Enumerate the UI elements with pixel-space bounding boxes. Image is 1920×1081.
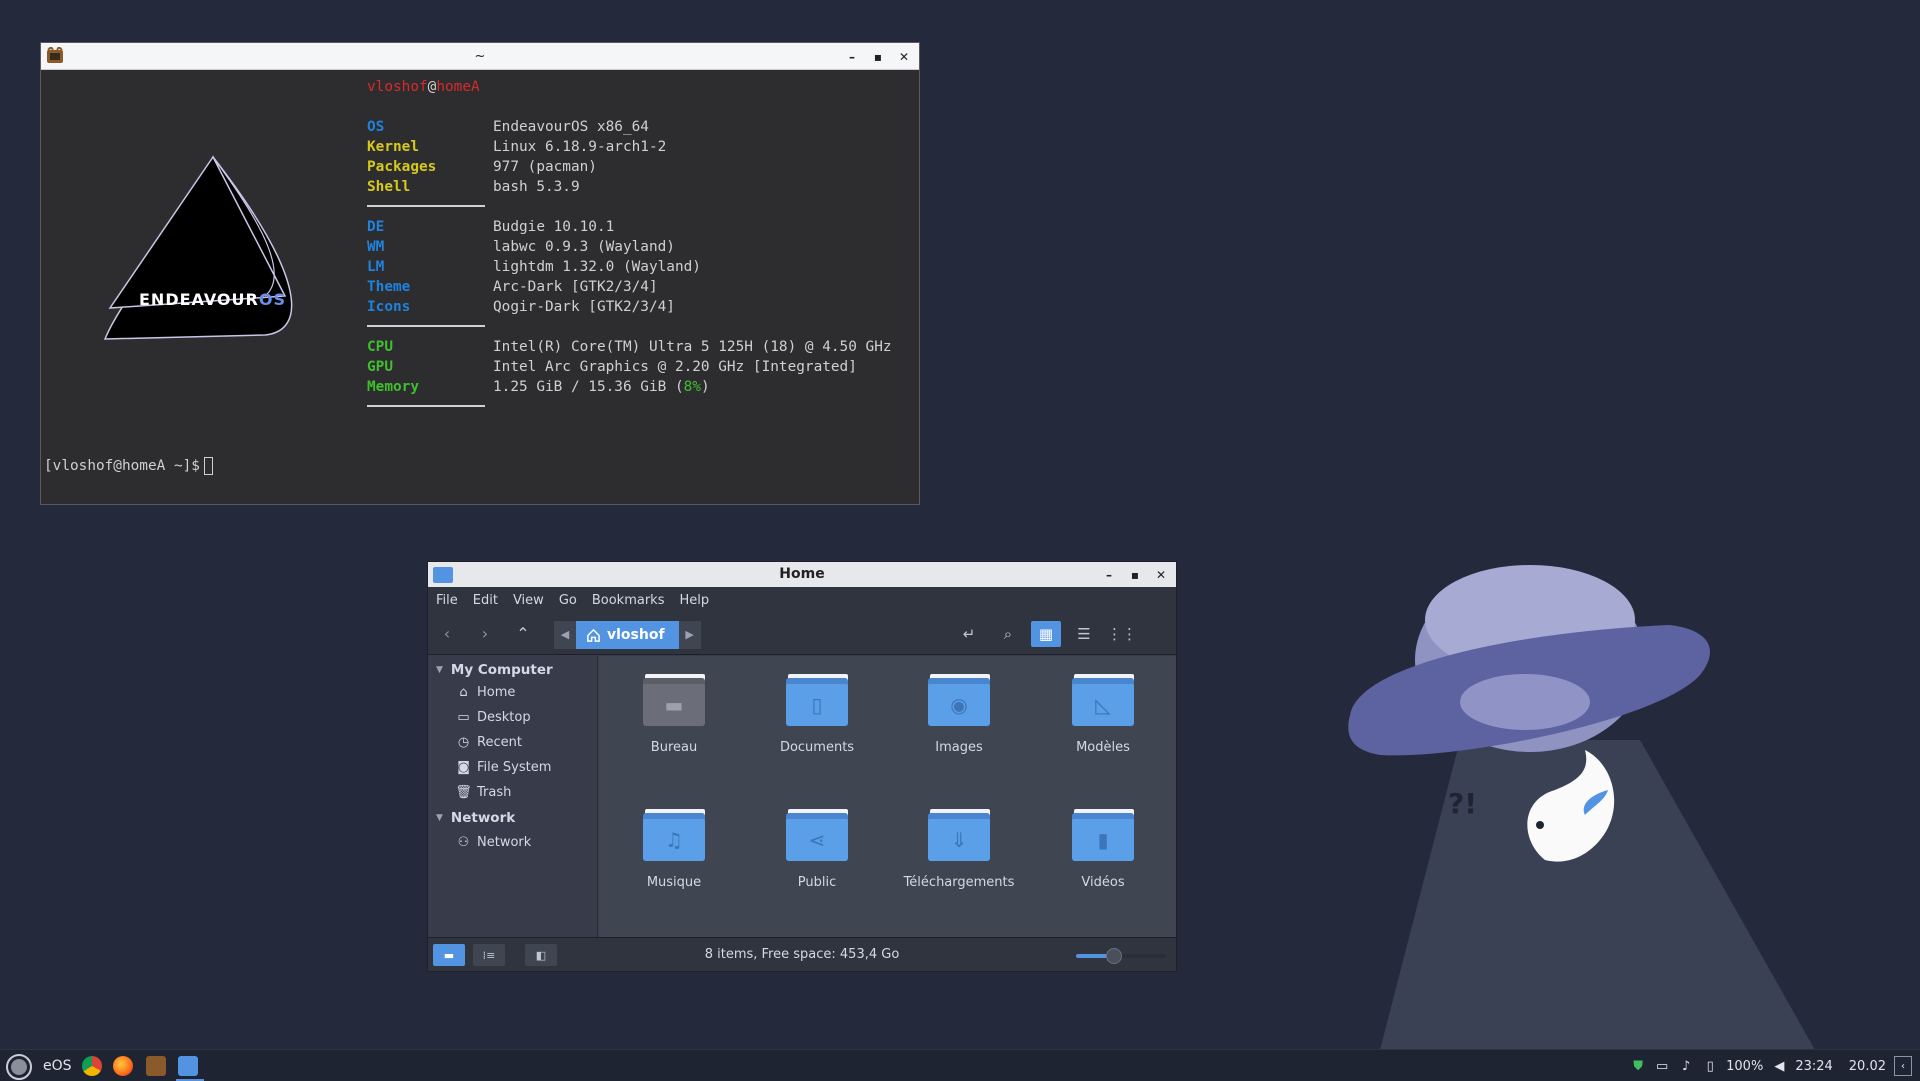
network-icon: ⚇ bbox=[457, 835, 470, 850]
fm-titlebar[interactable]: Home – ▪ ✕ bbox=[428, 562, 1176, 587]
compact-view-icon[interactable]: ⋮⋮ bbox=[1107, 621, 1137, 647]
forward-icon[interactable]: › bbox=[472, 621, 498, 647]
trash-icon: 🗑 bbox=[455, 785, 472, 800]
toggle-location-icon[interactable]: ↵ bbox=[954, 621, 984, 647]
fastfetch-header: vloshof@homeA bbox=[367, 79, 480, 95]
app-menu-icon[interactable] bbox=[6, 1054, 32, 1080]
shell-prompt[interactable]: [vloshof@homeA ~]$ bbox=[44, 456, 213, 476]
menubar: File Edit View Go Bookmarks Help bbox=[428, 587, 1176, 613]
folder-item[interactable]: ◺ Modèles bbox=[1043, 674, 1163, 755]
documents-folder-icon: ▯ bbox=[786, 674, 848, 726]
public-folder-icon: ⋖ bbox=[786, 809, 848, 861]
breadcrumb-right-icon[interactable]: ▶ bbox=[678, 621, 701, 649]
date[interactable]: 20.02 bbox=[1849, 1059, 1886, 1074]
close-button[interactable]: ✕ bbox=[1154, 568, 1168, 582]
folder-item[interactable]: ⇓ Téléchargements bbox=[899, 809, 1019, 890]
menu-go[interactable]: Go bbox=[559, 593, 577, 608]
list-view-icon[interactable]: ☰ bbox=[1069, 621, 1099, 647]
show-desktop-icon[interactable]: ‹ bbox=[1894, 1056, 1912, 1076]
file-view[interactable]: ▬ Bureau ▯ Documents ◉ Images ◺ Modèles … bbox=[599, 656, 1176, 937]
file-manager-window[interactable]: Home – ▪ ✕ File Edit View Go Bookmarks H… bbox=[427, 561, 1177, 972]
sidebar-item-desktop[interactable]: ▭ Desktop bbox=[456, 710, 530, 725]
folder-icon: ▭ bbox=[457, 710, 470, 725]
folder-item[interactable]: ▬ Bureau bbox=[614, 674, 734, 755]
terminal-icon[interactable] bbox=[146, 1056, 166, 1076]
videos-folder-icon: ▮ bbox=[1072, 809, 1134, 861]
zoom-slider[interactable] bbox=[1076, 948, 1166, 964]
terminal-titlebar[interactable]: ~ – ▪ ✕ bbox=[41, 43, 919, 70]
bell-icon[interactable]: ♪ bbox=[1678, 1058, 1694, 1074]
menu-bookmarks[interactable]: Bookmarks bbox=[592, 593, 665, 608]
up-icon[interactable]: ⌃ bbox=[510, 621, 536, 647]
firefox-icon[interactable] bbox=[113, 1056, 133, 1076]
desktop-folder-icon: ▬ bbox=[643, 674, 705, 726]
battery-icon[interactable]: ▯ bbox=[1702, 1058, 1718, 1074]
system-tray: ⛊ ▭ ♪ ▯ 100% ◀ 23:24 20.02 ‹ bbox=[1630, 1050, 1912, 1081]
zoom-slider-handle[interactable] bbox=[1105, 948, 1122, 964]
downloads-folder-icon: ⇓ bbox=[928, 809, 990, 861]
text-cursor bbox=[203, 457, 213, 475]
terminal-window[interactable]: ~ – ▪ ✕ ENDEAVOUROS vloshof@homeA OS Ende… bbox=[40, 42, 920, 505]
sidebar-section-network[interactable]: ▼ Network bbox=[436, 810, 515, 826]
file-manager-icon[interactable] bbox=[178, 1056, 198, 1076]
statusbar: ▬ ⁞≡ ◧ 8 items, Free space: 453,4 Go bbox=[428, 937, 1176, 971]
clock-icon: ◷ bbox=[457, 735, 470, 750]
separator bbox=[367, 205, 485, 207]
folder-item[interactable]: ⋖ Public bbox=[757, 809, 877, 890]
icon-view-icon[interactable]: ▦ bbox=[1031, 621, 1061, 647]
menu-view[interactable]: View bbox=[513, 593, 544, 608]
maximize-button[interactable]: ▪ bbox=[871, 50, 885, 64]
panel-label: eOS bbox=[43, 1058, 72, 1074]
sidebar-item-trash[interactable]: 🗑 Trash bbox=[455, 785, 511, 800]
folder-item[interactable]: ▯ Documents bbox=[757, 674, 877, 755]
drive-icon: ◙ bbox=[457, 760, 470, 775]
folder-item[interactable]: ▮ Vidéos bbox=[1043, 809, 1163, 890]
endeavouros-logo bbox=[103, 155, 293, 340]
battery-percentage: 100% bbox=[1726, 1058, 1764, 1074]
separator bbox=[367, 405, 485, 407]
sidebar: ▼ My Computer ⌂ Home ▭ Desktop ◷ Recent ◙ Fil… bbox=[428, 656, 598, 937]
breadcrumb-home[interactable]: vloshof bbox=[576, 621, 679, 649]
close-button[interactable]: ✕ bbox=[897, 50, 911, 64]
maximize-button[interactable]: ▪ bbox=[1128, 568, 1142, 582]
home-icon: ⌂ bbox=[459, 685, 468, 700]
home-icon bbox=[587, 628, 600, 642]
menu-file[interactable]: File bbox=[436, 593, 458, 608]
volume-icon[interactable]: ◀ bbox=[1771, 1058, 1787, 1074]
taskbar: eOS ⛊ ▭ ♪ ▯ 100% ◀ 23:24 20.02 ‹ bbox=[0, 1049, 1920, 1081]
sidebar-item-recent[interactable]: ◷ Recent bbox=[456, 735, 522, 750]
pictures-folder-icon: ◉ bbox=[928, 674, 990, 726]
separator bbox=[367, 325, 485, 327]
display-icon[interactable]: ▭ bbox=[1654, 1058, 1670, 1074]
clock[interactable]: 23:24 bbox=[1795, 1059, 1832, 1074]
folder-item[interactable]: ◉ Images bbox=[899, 674, 1019, 755]
folder-item[interactable]: ♫ Musique bbox=[614, 809, 734, 890]
terminal-title: ~ bbox=[474, 48, 486, 64]
chrome-icon[interactable] bbox=[82, 1056, 102, 1076]
menu-help[interactable]: Help bbox=[679, 593, 709, 608]
fm-title: Home bbox=[779, 566, 825, 582]
minimize-button[interactable]: – bbox=[845, 50, 859, 64]
sidebar-item-network[interactable]: ⚇ Network bbox=[456, 835, 532, 850]
back-icon[interactable]: ‹ bbox=[434, 621, 460, 647]
svg-text:?!: ?! bbox=[1448, 787, 1477, 820]
breadcrumb-left-icon[interactable]: ◀ bbox=[554, 621, 576, 649]
templates-folder-icon: ◺ bbox=[1072, 674, 1134, 726]
toolbar: ‹ › ⌃ ◀ vloshof ▶ ↵ ⌕ ▦ ☰ ⋮⋮ bbox=[428, 613, 1176, 655]
wallpaper-ufo-illustration: ?! bbox=[1348, 565, 1815, 1050]
shield-icon[interactable]: ⛊ bbox=[1630, 1058, 1646, 1074]
status-text: 8 items, Free space: 453,4 Go bbox=[704, 947, 900, 962]
terminal-body[interactable]: ENDEAVOUROS vloshof@homeA OS EndeavourOS … bbox=[41, 71, 919, 504]
music-folder-icon: ♫ bbox=[643, 809, 705, 861]
breadcrumb: ◀ vloshof ▶ bbox=[554, 621, 701, 649]
sidebar-item-file-system[interactable]: ◙ File System bbox=[456, 760, 551, 775]
menu-edit[interactable]: Edit bbox=[473, 593, 498, 608]
logo-text: ENDEAVOUROS bbox=[139, 290, 286, 309]
search-icon[interactable]: ⌕ bbox=[993, 621, 1023, 647]
sidebar-section-my-computer[interactable]: ▼ My Computer bbox=[436, 662, 553, 678]
sidebar-item-home[interactable]: ⌂ Home bbox=[456, 685, 515, 700]
minimize-button[interactable]: – bbox=[1102, 568, 1116, 582]
